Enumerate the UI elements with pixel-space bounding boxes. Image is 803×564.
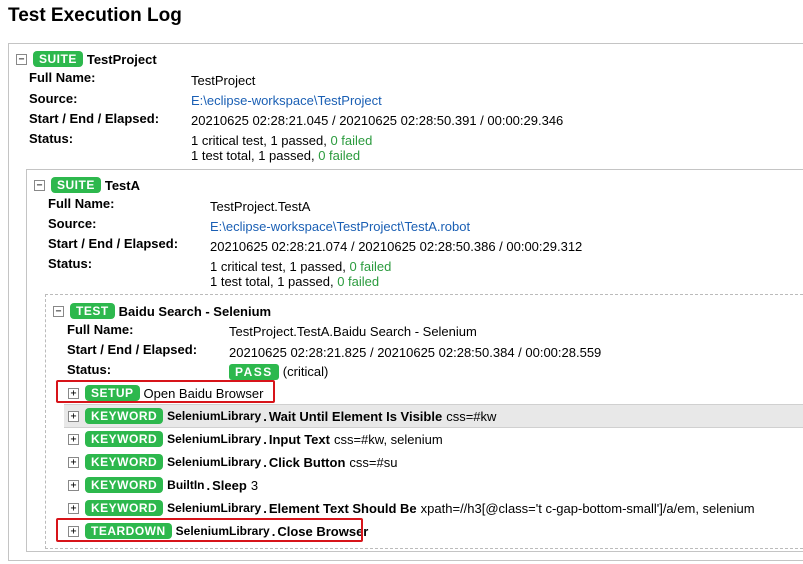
keyword-name: Sleep — [212, 477, 247, 493]
test-name: Baidu Search - Selenium — [118, 303, 272, 319]
times-value: 20210625 02:28:21.825 / 20210625 02:28:5… — [229, 345, 602, 360]
suite-name: TestA — [104, 177, 140, 193]
suite-badge: SUITE — [33, 51, 83, 67]
keyword-owner: BuiltIn — [167, 478, 205, 492]
keyword-row[interactable]: + KEYWORD BuiltIn . Sleep 3 — [68, 474, 258, 496]
suite-header-testproject[interactable]: − SUITE TestProject — [16, 50, 157, 68]
keyword-name: Wait Until Element Is Visible — [268, 408, 443, 424]
full-name-value: TestProject — [191, 73, 256, 88]
status-label: Status: — [29, 131, 74, 146]
suite-name: TestProject — [86, 51, 157, 67]
collapse-toggle-icon[interactable]: − — [16, 53, 27, 65]
status-critical-text: 1 critical test, 1 passed, — [191, 133, 331, 148]
keyword-dot: . — [263, 454, 267, 470]
keyword-dot: . — [263, 408, 267, 424]
keyword-dot: . — [263, 500, 267, 516]
full-name-label: Full Name: — [48, 196, 115, 211]
keyword-badge: KEYWORD — [85, 408, 164, 424]
keyword-badge: KEYWORD — [85, 500, 164, 516]
collapse-toggle-icon[interactable]: − — [34, 179, 45, 191]
expand-toggle-icon[interactable]: + — [68, 410, 79, 422]
keyword-owner: SeleniumLibrary — [167, 409, 262, 423]
expand-toggle-icon[interactable]: + — [68, 387, 79, 399]
expand-toggle-icon[interactable]: + — [68, 456, 79, 468]
keyword-args: Open Baidu Browser — [143, 385, 264, 401]
full-name-label: Full Name: — [29, 70, 96, 85]
keyword-name: Element Text Should Be — [268, 500, 417, 516]
expand-toggle-icon[interactable]: + — [68, 502, 79, 514]
source-label: Source: — [48, 216, 97, 231]
status-failed-count: 0 failed — [349, 259, 392, 274]
collapse-toggle-icon[interactable]: − — [53, 305, 64, 317]
expand-toggle-icon[interactable]: + — [68, 433, 79, 445]
times-value: 20210625 02:28:21.045 / 20210625 02:28:5… — [191, 113, 564, 128]
full-name-label: Full Name: — [67, 322, 134, 337]
keyword-owner: SeleniumLibrary — [167, 455, 262, 469]
keyword-row[interactable]: + KEYWORD SeleniumLibrary . Click Button… — [68, 451, 397, 473]
expand-toggle-icon[interactable]: + — [68, 525, 79, 537]
keyword-row[interactable]: + KEYWORD SeleniumLibrary . Input Text c… — [68, 428, 443, 450]
source-link[interactable]: E:\eclipse-workspace\TestProject\TestA.r… — [210, 219, 470, 234]
times-label: Start / End / Elapsed: — [67, 342, 198, 357]
keyword-dot: . — [206, 477, 211, 493]
keyword-name: Close Browser — [277, 523, 369, 539]
keyword-row-setup[interactable]: + SETUP Open Baidu Browser — [68, 382, 263, 404]
full-name-value: TestProject.TestA.Baidu Search - Seleniu… — [229, 324, 477, 339]
page-title: Test Execution Log — [8, 5, 182, 26]
test-header[interactable]: − TEST Baidu Search - Selenium — [53, 302, 271, 320]
keyword-row-teardown[interactable]: + TEARDOWN SeleniumLibrary . Close Brows… — [68, 520, 372, 542]
keyword-args: 3 — [250, 477, 259, 493]
keyword-name: Input Text — [268, 431, 330, 447]
times-value: 20210625 02:28:21.074 / 20210625 02:28:5… — [210, 239, 583, 254]
source-link[interactable]: E:\eclipse-workspace\TestProject — [191, 93, 382, 108]
status-total-text: 1 test total, 1 passed, — [210, 274, 338, 289]
pass-badge: PASS — [229, 364, 279, 380]
teardown-badge: TEARDOWN — [85, 523, 172, 539]
status-label: Status: — [48, 256, 93, 271]
status-total-text: 1 test total, 1 passed, — [191, 148, 319, 163]
keyword-name: Click Button — [268, 454, 346, 470]
keyword-badge: KEYWORD — [85, 454, 164, 470]
keyword-row[interactable]: + KEYWORD SeleniumLibrary . Wait Until E… — [68, 405, 496, 427]
times-label: Start / End / Elapsed: — [29, 111, 160, 126]
status-failed-count: 0 failed — [318, 148, 361, 163]
keyword-owner: SeleniumLibrary — [167, 432, 262, 446]
keyword-dot: . — [271, 523, 276, 539]
full-name-value: TestProject.TestA — [210, 199, 311, 214]
status-critical-text: 1 critical test, 1 passed, — [210, 259, 350, 274]
suite-header-testa[interactable]: − SUITE TestA — [34, 176, 140, 194]
status-failed-count: 0 failed — [337, 274, 380, 289]
test-badge: TEST — [70, 303, 115, 319]
keyword-args: css=#kw — [446, 408, 497, 424]
status-note: (critical) — [282, 364, 329, 379]
keyword-dot: . — [263, 431, 267, 447]
status-value: 1 critical test, 1 passed, 0 failed 1 te… — [191, 133, 372, 163]
status-failed-count: 0 failed — [330, 133, 373, 148]
expand-toggle-icon[interactable]: + — [68, 479, 79, 491]
suite-badge: SUITE — [51, 177, 101, 193]
keyword-args: xpath=//h3[@class='t c-gap-bottom-small'… — [420, 500, 755, 516]
keyword-badge: KEYWORD — [85, 477, 164, 493]
keyword-owner: SeleniumLibrary — [167, 501, 262, 515]
status-value: 1 critical test, 1 passed, 0 failed 1 te… — [210, 259, 391, 289]
status-label: Status: — [67, 362, 112, 377]
source-label: Source: — [29, 91, 78, 106]
setup-badge: SETUP — [85, 385, 140, 401]
keyword-row[interactable]: + KEYWORD SeleniumLibrary . Element Text… — [68, 497, 755, 519]
keyword-owner: SeleniumLibrary — [175, 524, 270, 538]
keyword-args: css=#su — [349, 454, 398, 470]
keyword-args: css=#kw, selenium — [333, 431, 443, 447]
keyword-badge: KEYWORD — [85, 431, 164, 447]
status-value: PASS (critical) — [229, 364, 328, 380]
times-label: Start / End / Elapsed: — [48, 236, 179, 251]
